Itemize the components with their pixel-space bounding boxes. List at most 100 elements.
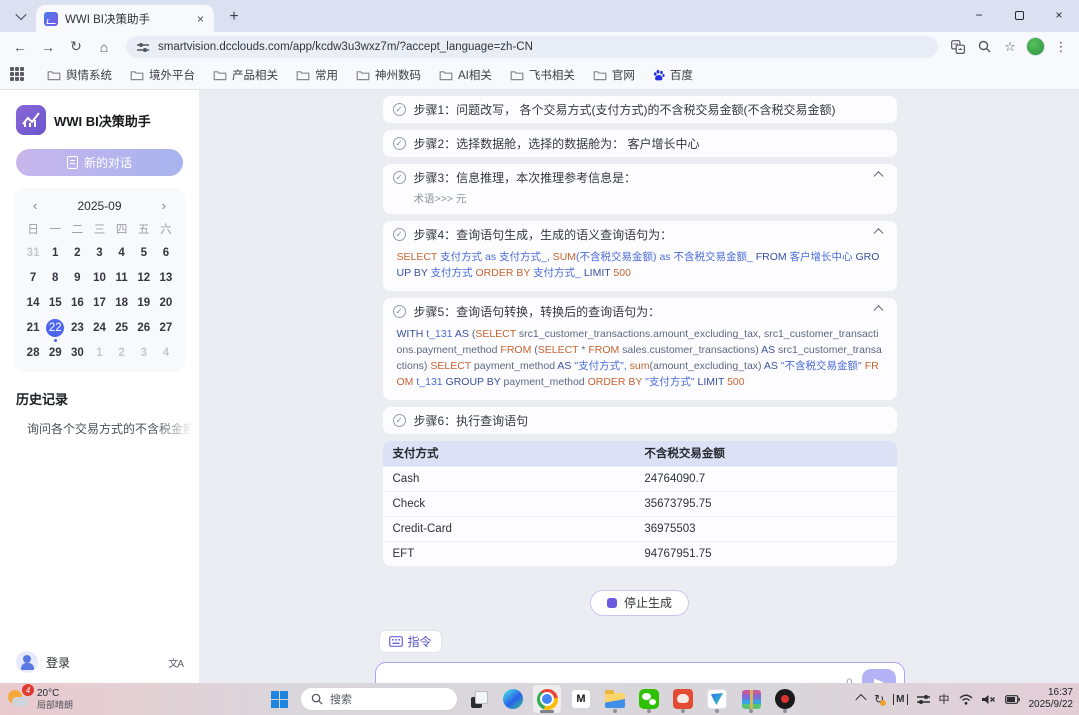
taskbar-app-app-blue[interactable] bbox=[703, 685, 731, 713]
new-tab-button[interactable]: + bbox=[222, 5, 246, 29]
send-button[interactable]: ▶ bbox=[862, 669, 896, 683]
calendar-day[interactable]: 2 bbox=[111, 344, 133, 362]
apps-grid-icon[interactable] bbox=[10, 67, 26, 83]
calendar-day[interactable]: 1 bbox=[44, 244, 66, 262]
calendar-day[interactable]: 8 bbox=[44, 269, 66, 287]
taskbar-app-winrar[interactable] bbox=[737, 685, 765, 713]
taskbar-search[interactable]: 搜索 bbox=[300, 687, 458, 711]
taskbar-app-file-explorer[interactable] bbox=[601, 685, 629, 713]
app-title: WWI BI决策助手 bbox=[54, 111, 151, 130]
calendar-day[interactable]: 10 bbox=[88, 269, 110, 287]
calendar-day[interactable]: 15 bbox=[44, 294, 66, 312]
site-info-icon[interactable] bbox=[136, 42, 150, 52]
calendar-day[interactable]: 17 bbox=[88, 294, 110, 312]
history-item[interactable]: 询问各个交易方式的不含税金额 bbox=[0, 416, 199, 441]
collapse-chevron-icon[interactable] bbox=[871, 303, 887, 319]
new-chat-button[interactable]: 新的对话 bbox=[16, 149, 183, 176]
calendar-day[interactable]: 1 bbox=[88, 344, 110, 362]
bookmark-item[interactable]: 百度 bbox=[644, 64, 702, 86]
calendar-day[interactable]: 22 bbox=[44, 319, 66, 337]
calendar-day[interactable]: 11 bbox=[111, 269, 133, 287]
taskbar-app-recorder[interactable] bbox=[771, 685, 799, 713]
bookmark-item[interactable]: 飞书相关 bbox=[501, 64, 584, 86]
m-tray-icon[interactable]: M bbox=[893, 694, 907, 705]
window-minimize-button[interactable]: − bbox=[959, 0, 999, 30]
calendar-prev-icon[interactable]: ‹ bbox=[30, 198, 40, 213]
calendar-day[interactable]: 7 bbox=[22, 269, 44, 287]
bookmark-star-icon[interactable]: ☆ bbox=[1000, 37, 1020, 57]
command-button[interactable]: 指令 bbox=[379, 630, 442, 653]
bookmark-item[interactable]: 舆情系统 bbox=[38, 64, 121, 86]
window-close-button[interactable]: × bbox=[1039, 0, 1079, 30]
calendar-day[interactable]: 26 bbox=[133, 319, 155, 337]
calendar-day[interactable]: 2 bbox=[66, 244, 88, 262]
calendar-day[interactable]: 24 bbox=[88, 319, 110, 337]
tab-close-icon[interactable]: × bbox=[195, 12, 206, 26]
wifi-icon[interactable] bbox=[959, 694, 973, 705]
calendar-day[interactable]: 28 bbox=[22, 344, 44, 362]
bookmark-item[interactable]: AI相关 bbox=[430, 64, 501, 86]
calendar-day[interactable]: 21 bbox=[22, 319, 44, 337]
menu-dots-icon[interactable]: ⋮ bbox=[1051, 37, 1071, 57]
browser-tab[interactable]: WWI BI决策助手 × bbox=[36, 5, 214, 32]
calendar-day[interactable]: 9 bbox=[66, 269, 88, 287]
taskbar-app-task-view[interactable] bbox=[465, 685, 493, 713]
taskbar-weather[interactable]: 4 20°C 局部晴朗 bbox=[6, 687, 73, 711]
collapse-chevron-icon[interactable] bbox=[871, 170, 887, 186]
calendar-day[interactable]: 5 bbox=[133, 244, 155, 262]
calendar-day[interactable]: 23 bbox=[66, 319, 88, 337]
calendar-day[interactable]: 4 bbox=[155, 344, 177, 362]
back-icon[interactable]: ← bbox=[8, 35, 32, 59]
home-icon[interactable]: ⌂ bbox=[92, 35, 116, 59]
taskbar-app-chrome[interactable] bbox=[533, 685, 561, 713]
calendar-day[interactable]: 30 bbox=[66, 344, 88, 362]
user-avatar-icon[interactable] bbox=[16, 651, 38, 673]
calendar-next-icon[interactable]: › bbox=[159, 198, 169, 213]
bookmark-item[interactable]: 官网 bbox=[584, 64, 644, 86]
taskbar-app-edge[interactable] bbox=[499, 685, 527, 713]
calendar-day[interactable]: 13 bbox=[155, 269, 177, 287]
calendar-day[interactable]: 29 bbox=[44, 344, 66, 362]
tab-search-button[interactable] bbox=[8, 3, 34, 29]
calendar-day[interactable]: 3 bbox=[88, 244, 110, 262]
login-button[interactable]: 登录 bbox=[46, 654, 160, 671]
sliders-icon[interactable] bbox=[917, 694, 930, 705]
bookmark-item[interactable]: 常用 bbox=[287, 64, 347, 86]
bookmark-item[interactable]: 神州数码 bbox=[347, 64, 430, 86]
calendar-day[interactable]: 3 bbox=[133, 344, 155, 362]
taskbar-app-app-cat[interactable] bbox=[669, 685, 697, 713]
translate-icon[interactable] bbox=[948, 37, 968, 57]
calendar-day[interactable]: 6 bbox=[155, 244, 177, 262]
taskbar-app-app-m[interactable]: M bbox=[567, 685, 595, 713]
calendar-day[interactable]: 19 bbox=[133, 294, 155, 312]
calendar-day[interactable]: 16 bbox=[66, 294, 88, 312]
calendar-day[interactable]: 14 bbox=[22, 294, 44, 312]
message-input[interactable]: 0 ▶ bbox=[375, 662, 905, 683]
bookmark-item[interactable]: 境外平台 bbox=[121, 64, 204, 86]
calendar-day[interactable]: 12 bbox=[133, 269, 155, 287]
url-bar[interactable]: smartvision.dcclouds.com/app/kcdw3u3wxz7… bbox=[126, 36, 938, 58]
stop-generating-button[interactable]: 停止生成 bbox=[590, 590, 689, 616]
profile-avatar[interactable] bbox=[1026, 37, 1045, 56]
calendar-day[interactable]: 25 bbox=[111, 319, 133, 337]
calendar-day[interactable]: 31 bbox=[22, 244, 44, 262]
calendar-day[interactable]: 20 bbox=[155, 294, 177, 312]
sync-tray-icon[interactable]: ↻ bbox=[874, 692, 884, 706]
taskbar-clock[interactable]: 16:37 2025/9/22 bbox=[1029, 687, 1074, 712]
collapse-chevron-icon[interactable] bbox=[871, 227, 887, 243]
search-icon[interactable] bbox=[974, 37, 994, 57]
calendar-day[interactable]: 4 bbox=[111, 244, 133, 262]
language-toggle-icon[interactable]: 文A bbox=[168, 655, 183, 670]
forward-icon[interactable]: → bbox=[36, 35, 60, 59]
bookmark-item[interactable]: 产品相关 bbox=[204, 64, 287, 86]
ime-indicator[interactable]: 中 bbox=[939, 691, 950, 707]
start-button[interactable] bbox=[265, 685, 293, 713]
volume-muted-icon[interactable] bbox=[982, 694, 996, 705]
window-restore-button[interactable] bbox=[999, 0, 1039, 30]
calendar-day[interactable]: 18 bbox=[111, 294, 133, 312]
taskbar-app-wechat[interactable] bbox=[635, 685, 663, 713]
hidden-icons-chevron[interactable] bbox=[857, 693, 865, 705]
calendar-day[interactable]: 27 bbox=[155, 319, 177, 337]
battery-icon[interactable] bbox=[1005, 695, 1020, 704]
reload-icon[interactable]: ↻ bbox=[64, 35, 88, 59]
